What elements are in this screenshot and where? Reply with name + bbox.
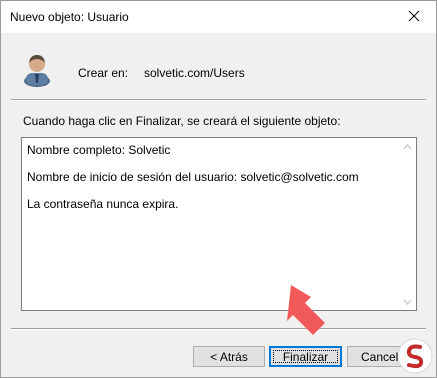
top-divider (11, 99, 426, 101)
close-icon (408, 10, 420, 22)
scroll-up-button[interactable] (399, 138, 416, 155)
dialog-window: Nuevo objeto: Usuario Crear en: solvetic… (0, 0, 437, 378)
chevron-down-icon (403, 299, 412, 305)
focus-rectangle (273, 350, 338, 363)
pointer-arrow-icon (287, 285, 325, 335)
summary-line-full-name: Nombre completo: Solvetic (27, 143, 171, 157)
info-text: Cuando haga clic en Finalizar, se creará… (23, 114, 341, 128)
bottom-divider (11, 328, 426, 330)
create-in-label: Crear en: (78, 66, 129, 80)
summary-line-logon-name: Nombre de inicio de sesión del usuario: … (27, 170, 359, 184)
close-button[interactable] (392, 1, 436, 31)
summary-line-password: La contraseña nunca expira. (27, 197, 179, 211)
window-title: Nuevo objeto: Usuario (10, 10, 129, 24)
create-in-path: solvetic.com/Users (144, 66, 245, 80)
title-bar: Nuevo objeto: Usuario (1, 1, 436, 33)
summary-lines: Nombre completo: Solvetic Nombre de inic… (27, 143, 396, 224)
back-button-label: < Atrás (210, 349, 248, 364)
dialog-body: Crear en: solvetic.com/Users Cuando haga… (1, 33, 436, 377)
finish-button[interactable]: Finalizar (269, 346, 342, 367)
chevron-up-icon (403, 143, 412, 149)
summary-textbox[interactable]: Nombre completo: Solvetic Nombre de inic… (21, 137, 417, 311)
vertical-scrollbar[interactable] (399, 138, 416, 310)
scroll-down-button[interactable] (399, 293, 416, 310)
back-button[interactable]: < Atrás (193, 346, 265, 367)
brand-logo-icon (397, 338, 433, 374)
user-icon (24, 55, 50, 87)
